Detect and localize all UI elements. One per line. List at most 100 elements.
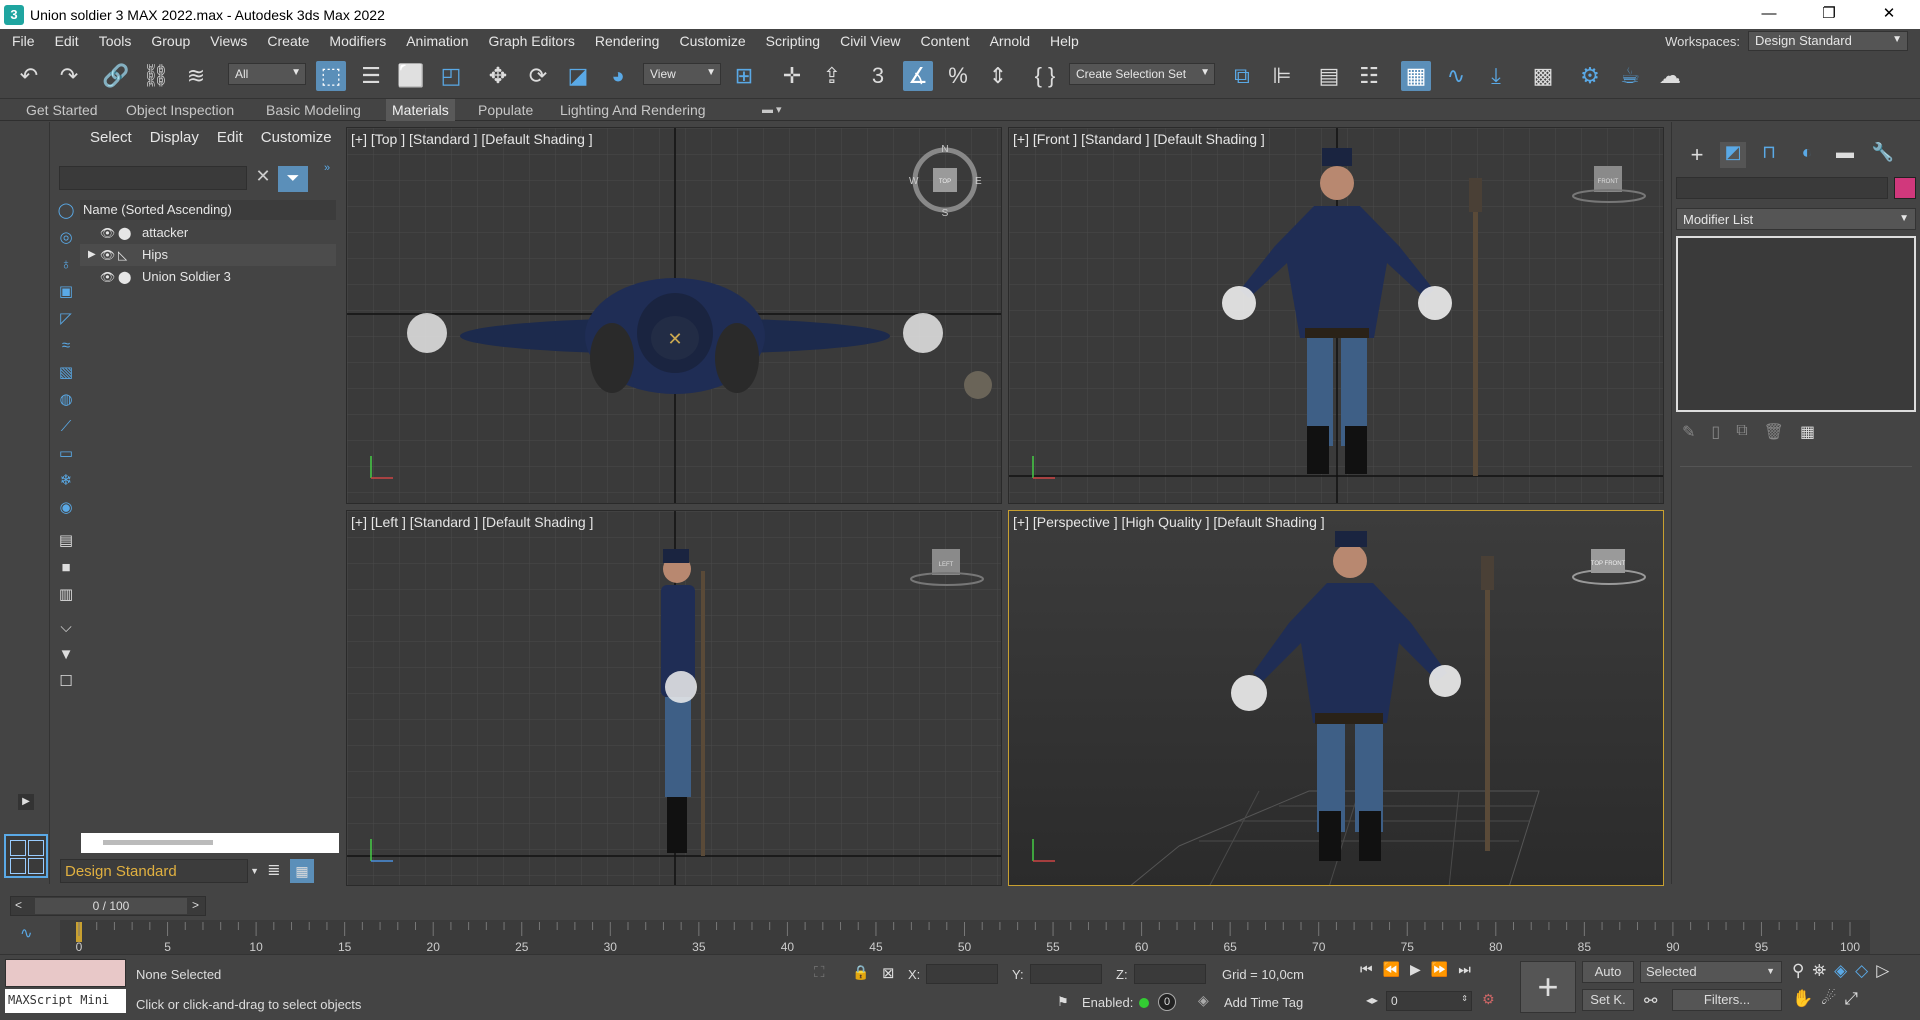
menu-edit[interactable]: Edit <box>45 29 89 53</box>
x-coord-field[interactable] <box>926 964 998 984</box>
explorer-menu-select[interactable]: Select <box>90 129 132 146</box>
time-configuration-icon[interactable]: ⚙ <box>1482 991 1495 1008</box>
workspace-select[interactable]: Design Standard ▼ <box>1748 31 1908 51</box>
curve-editor-icon[interactable]: ∿ <box>1441 61 1471 91</box>
spinner-icon[interactable]: ⇕ <box>1461 994 1468 1003</box>
configure-modifier-sets-icon[interactable]: ▦ <box>1800 422 1815 446</box>
menu-customize[interactable]: Customize <box>669 29 755 53</box>
zoom-extents-all-icon[interactable]: ◇ <box>1855 961 1868 985</box>
menu-rendering[interactable]: Rendering <box>585 29 670 53</box>
go-to-end-icon[interactable]: ⏭ <box>1458 961 1471 983</box>
viewport-perspective[interactable]: [+] [Perspective ] [High Quality ] [Defa… <box>1008 510 1664 886</box>
tab-materials[interactable]: Materials <box>386 99 455 121</box>
menu-graph-editors[interactable]: Graph Editors <box>478 29 584 53</box>
restore-button[interactable]: ❐ <box>1800 0 1858 29</box>
zoom-extents-icon[interactable]: ◈ <box>1834 961 1847 985</box>
horizontal-scrollbar[interactable] <box>81 833 339 853</box>
viewcube-left[interactable]: LEFT <box>907 541 987 591</box>
time-slider-next-icon[interactable]: > <box>192 898 199 912</box>
curve-editor-mini-icon[interactable]: ∿ <box>20 924 42 946</box>
explorer-search-input[interactable] <box>59 166 247 190</box>
orbit-icon[interactable]: ☄ <box>1821 989 1836 1013</box>
previous-frame-icon[interactable]: ⏪ <box>1383 961 1400 983</box>
ribbon-options-icon[interactable]: ▬ ▾ <box>756 99 788 121</box>
percent-snap-icon[interactable]: % <box>943 61 973 91</box>
named-selection-dropdown[interactable]: Create Selection Set ▼ <box>1069 63 1215 85</box>
reference-coordinate-dropdown[interactable]: View ▼ <box>643 63 721 85</box>
tab-get-started[interactable]: Get Started <box>20 99 104 121</box>
z-coord-field[interactable] <box>1134 964 1206 984</box>
time-tag-count[interactable]: 0 <box>1158 993 1176 1011</box>
more-icon[interactable]: » <box>324 162 330 174</box>
eye-icon[interactable]: 👁 <box>100 222 115 244</box>
explorer-menu-display[interactable]: Display <box>150 129 199 146</box>
play-icon[interactable]: ▶ <box>1410 961 1421 983</box>
display-bones-icon[interactable]: ▭ <box>55 443 77 465</box>
display-particles-icon[interactable]: ❄ <box>55 470 77 492</box>
motion-tab-icon[interactable]: ◐ <box>1794 142 1820 168</box>
minimize-button[interactable]: — <box>1740 0 1798 29</box>
explorer-menu-customize[interactable]: Customize <box>261 129 332 146</box>
time-slider-prev-icon[interactable]: < <box>15 898 22 912</box>
column-header[interactable]: Name (Sorted Ascending) <box>80 200 336 220</box>
maximize-viewport-icon[interactable]: ⤢ <box>1844 989 1858 1013</box>
modifier-stack[interactable] <box>1676 236 1916 412</box>
unlink-icon[interactable]: ⛓ <box>141 61 171 91</box>
clear-search-icon[interactable]: ✕ <box>252 166 274 190</box>
object-name-field[interactable] <box>1676 177 1888 199</box>
rotate-icon[interactable]: ⟳ <box>523 61 553 91</box>
schematic-view-icon[interactable]: ⤓ <box>1481 61 1511 91</box>
rendered-frame-window-icon[interactable]: ☕ <box>1615 61 1645 91</box>
compass-viewcube[interactable]: N S W E TOP <box>905 140 985 220</box>
display-none-icon[interactable]: ◯ <box>55 200 77 222</box>
menu-help[interactable]: Help <box>1040 29 1089 53</box>
material-editor-icon[interactable]: ▩ <box>1528 61 1558 91</box>
viewport-left[interactable]: [+] [Left ] [Standard ] [Default Shading… <box>346 510 1002 886</box>
make-unique-icon[interactable]: ⧉ <box>1736 422 1747 446</box>
display-geometry-icon[interactable]: ◎ <box>55 227 77 249</box>
menu-animation[interactable]: Animation <box>396 29 478 53</box>
place-icon[interactable]: ◕ <box>603 61 633 91</box>
field-of-view-icon[interactable]: ▷ <box>1876 961 1889 985</box>
menu-civil-view[interactable]: Civil View <box>830 29 910 53</box>
viewport-label-perspective[interactable]: [+] [Perspective ] [High Quality ] [Defa… <box>1013 514 1325 530</box>
menu-scripting[interactable]: Scripting <box>756 29 830 53</box>
eye-icon[interactable]: 👁 <box>100 244 115 266</box>
display-xrefs-icon[interactable]: ⟋ <box>55 416 77 438</box>
list-item[interactable]: 👁 ⬤ attacker <box>80 222 336 244</box>
viewport-label-top[interactable]: [+] [Top ] [Standard ] [Default Shading … <box>351 131 593 147</box>
display-groups-icon[interactable]: ◍ <box>55 389 77 411</box>
angle-snap-icon[interactable]: ∡ <box>903 61 933 91</box>
mirror-icon[interactable]: ⧉ <box>1227 61 1257 91</box>
move-icon[interactable]: ✥ <box>483 61 513 91</box>
maxscript-listener[interactable] <box>5 959 126 987</box>
viewport-front[interactable]: [+] [Front ] [Standard ] [Default Shadin… <box>1008 127 1664 504</box>
viewport-label-left[interactable]: [+] [Left ] [Standard ] [Default Shading… <box>351 514 593 530</box>
snaps-toggle-icon[interactable]: 3 <box>863 61 893 91</box>
menu-create[interactable]: Create <box>257 29 319 53</box>
utilities-tab-icon[interactable]: 🔧 <box>1870 142 1896 168</box>
toggle-layer-explorer-icon[interactable]: ☷ <box>1354 61 1384 91</box>
menu-file[interactable]: File <box>0 29 45 53</box>
adaptive-degradation-icon[interactable]: ⚑ <box>1050 991 1076 1013</box>
menu-modifiers[interactable]: Modifiers <box>319 29 396 53</box>
list-item[interactable]: ▶ 👁 ◺ Hips <box>80 244 336 266</box>
display-frozen-icon[interactable]: ■ <box>55 557 77 579</box>
create-tab-icon[interactable]: + <box>1684 142 1710 168</box>
enabled-indicator-icon[interactable] <box>1139 998 1149 1008</box>
scrollbar-thumb[interactable] <box>103 840 213 845</box>
go-to-start-icon[interactable]: ⏮ <box>1360 961 1373 983</box>
pin-stack-icon[interactable]: ✎ <box>1682 422 1695 446</box>
zoom-all-icon[interactable]: ⛯ <box>1812 961 1826 985</box>
select-by-name-icon[interactable]: ☰ <box>356 61 386 91</box>
bind-space-warp-icon[interactable]: ≋ <box>181 61 211 91</box>
key-mode-icon[interactable]: ◂▸ <box>1366 993 1378 1007</box>
viewcube-perspective[interactable]: TOP FRONT <box>1569 541 1649 591</box>
menu-group[interactable]: Group <box>141 29 200 53</box>
workspace-scene-select[interactable]: Design Standard ▼ <box>60 859 259 883</box>
default-in-out-tangents-icon[interactable]: ⚯ <box>1644 991 1657 1011</box>
expand-arrow-icon[interactable]: ▶ <box>88 244 96 266</box>
menu-content[interactable]: Content <box>911 29 980 53</box>
next-frame-icon[interactable]: ⏩ <box>1431 961 1448 983</box>
explorer-menu-edit[interactable]: Edit <box>217 129 243 146</box>
